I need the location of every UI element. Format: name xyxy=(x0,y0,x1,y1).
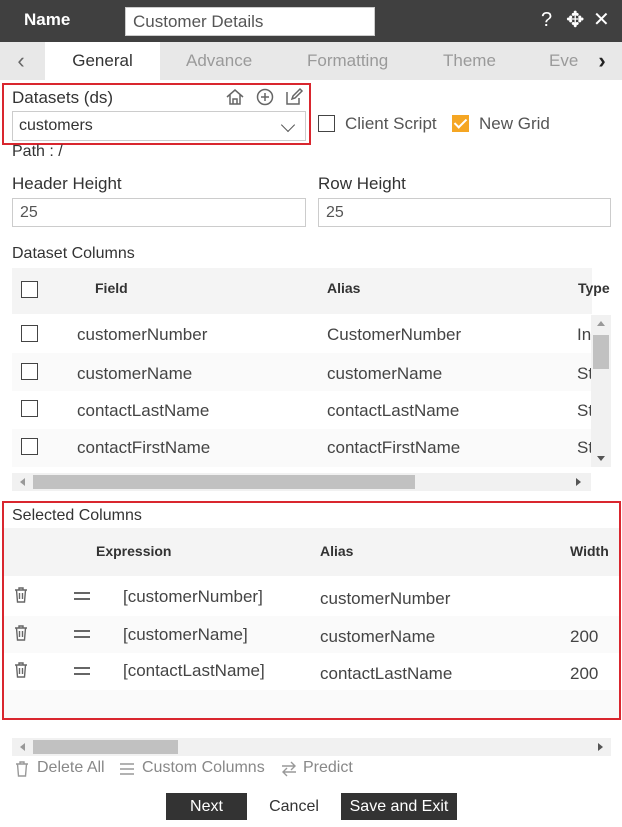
delete-all-icon[interactable] xyxy=(15,761,29,777)
alias-header: Alias xyxy=(327,280,361,296)
dataset-vertical-scrollbar[interactable] xyxy=(591,315,611,467)
header-height-label: Header Height xyxy=(12,174,122,193)
table-row[interactable] xyxy=(4,653,619,690)
client-script-checkbox[interactable] xyxy=(318,115,335,132)
predict-button[interactable]: Predict xyxy=(303,759,353,777)
select-all-checkbox[interactable] xyxy=(21,281,38,298)
scroll-thumb[interactable] xyxy=(33,740,178,754)
scroll-left-icon[interactable] xyxy=(20,478,25,486)
scroll-down-icon[interactable] xyxy=(597,456,605,461)
chevron-down-icon xyxy=(280,117,296,133)
header-height-input[interactable]: 25 xyxy=(12,198,306,227)
table-row[interactable] xyxy=(4,577,619,616)
tab-next-icon[interactable]: › xyxy=(587,42,617,80)
type-cell: In xyxy=(577,325,591,344)
dataset-columns-title: Dataset Columns xyxy=(12,245,135,262)
selected-columns-title: Selected Columns xyxy=(12,507,142,524)
drag-handle-icon[interactable] xyxy=(74,667,90,675)
home-icon[interactable] xyxy=(225,87,245,107)
table-row[interactable] xyxy=(4,616,619,653)
selected-alias-cell: customerName xyxy=(320,627,436,646)
type-header: Type xyxy=(578,280,610,296)
scroll-right-icon[interactable] xyxy=(598,743,603,751)
row-checkbox[interactable] xyxy=(21,325,38,342)
expression-cell: [contactLastName] xyxy=(123,661,265,680)
trash-icon[interactable] xyxy=(14,587,28,603)
width-header: Width xyxy=(570,543,609,559)
new-grid-label: New Grid xyxy=(479,114,550,133)
selected-alias-cell: customerNumber xyxy=(320,589,451,608)
swap-arrows-icon[interactable] xyxy=(280,761,298,777)
edit-icon[interactable] xyxy=(284,87,304,107)
scroll-left-icon[interactable] xyxy=(20,743,25,751)
tab-advance[interactable]: Advance xyxy=(186,42,252,80)
expression-header: Expression xyxy=(96,543,172,559)
trash-icon[interactable] xyxy=(14,625,28,641)
field-cell: contactLastName xyxy=(77,401,210,420)
add-icon[interactable] xyxy=(255,87,275,107)
help-icon[interactable]: ? xyxy=(541,8,552,32)
tab-bar: ‹ General Advance Formatting Theme Eve › xyxy=(0,42,622,80)
close-icon[interactable]: ✕ xyxy=(593,8,610,32)
field-header: Field xyxy=(95,280,128,296)
field-cell: contactFirstName xyxy=(77,438,211,457)
delete-all-button[interactable]: Delete All xyxy=(37,759,105,777)
selected-columns-body: [customerNumber] customerNumber [custome… xyxy=(4,577,619,718)
alias-cell: contactLastName xyxy=(327,401,460,420)
selected-alias-cell: contactLastName xyxy=(320,664,453,683)
expression-cell: [customerName] xyxy=(123,625,248,644)
save-exit-button[interactable]: Save and Exit xyxy=(341,793,457,820)
row-checkbox[interactable] xyxy=(21,363,38,380)
list-icon[interactable] xyxy=(120,763,134,775)
dataset-select[interactable]: customers xyxy=(12,111,306,141)
alias-cell: contactFirstName xyxy=(327,438,461,457)
custom-columns-button[interactable]: Custom Columns xyxy=(142,759,265,777)
dataset-label: Datasets (ds) xyxy=(12,88,114,107)
tab-prev-icon[interactable]: ‹ xyxy=(6,42,36,80)
tab-formatting[interactable]: Formatting xyxy=(307,42,388,80)
name-label: Name xyxy=(24,10,71,29)
type-cell: St xyxy=(577,401,591,420)
width-cell: 200 xyxy=(570,627,599,646)
tab-events[interactable]: Eve xyxy=(549,42,578,80)
row-height-input[interactable]: 25 xyxy=(318,198,611,227)
selected-horizontal-scrollbar[interactable] xyxy=(12,738,611,756)
move-icon[interactable]: ✥ xyxy=(566,8,584,32)
drag-handle-icon[interactable] xyxy=(74,592,90,600)
dialog-header: Name Customer Details ? ✥ ✕ xyxy=(0,0,622,42)
type-cell: St xyxy=(577,364,591,383)
tab-theme[interactable]: Theme xyxy=(443,42,496,80)
row-checkbox[interactable] xyxy=(21,438,38,455)
next-button[interactable]: Next xyxy=(166,793,247,820)
row-checkbox[interactable] xyxy=(21,400,38,417)
alias-cell: CustomerNumber xyxy=(327,325,462,344)
selected-alias-header: Alias xyxy=(320,543,354,559)
expression-cell: [customerNumber] xyxy=(123,587,263,606)
row-height-label: Row Height xyxy=(318,174,406,193)
dataset-columns-body: customerNumber CustomerNumber In custome… xyxy=(12,315,591,467)
new-grid-checkbox[interactable] xyxy=(452,115,469,132)
path-text: Path : / xyxy=(12,143,63,160)
scroll-thumb[interactable] xyxy=(593,335,609,369)
field-cell: customerNumber xyxy=(77,325,208,344)
dataset-horizontal-scrollbar[interactable] xyxy=(12,473,591,491)
scroll-right-icon[interactable] xyxy=(576,478,581,486)
scroll-up-icon[interactable] xyxy=(597,321,605,326)
drag-handle-icon[interactable] xyxy=(74,630,90,638)
field-cell: customerName xyxy=(77,364,193,383)
width-cell: 200 xyxy=(570,664,599,683)
table-row-empty xyxy=(4,690,619,718)
type-cell: St xyxy=(577,438,591,457)
dataset-select-value: customers xyxy=(19,117,93,134)
cancel-button[interactable]: Cancel xyxy=(254,793,334,820)
tab-general[interactable]: General xyxy=(45,42,160,80)
alias-cell: customerName xyxy=(327,364,443,383)
scroll-thumb[interactable] xyxy=(33,475,415,489)
client-script-label: Client Script xyxy=(345,114,437,133)
trash-icon[interactable] xyxy=(14,662,28,678)
name-input[interactable]: Customer Details xyxy=(125,7,375,36)
